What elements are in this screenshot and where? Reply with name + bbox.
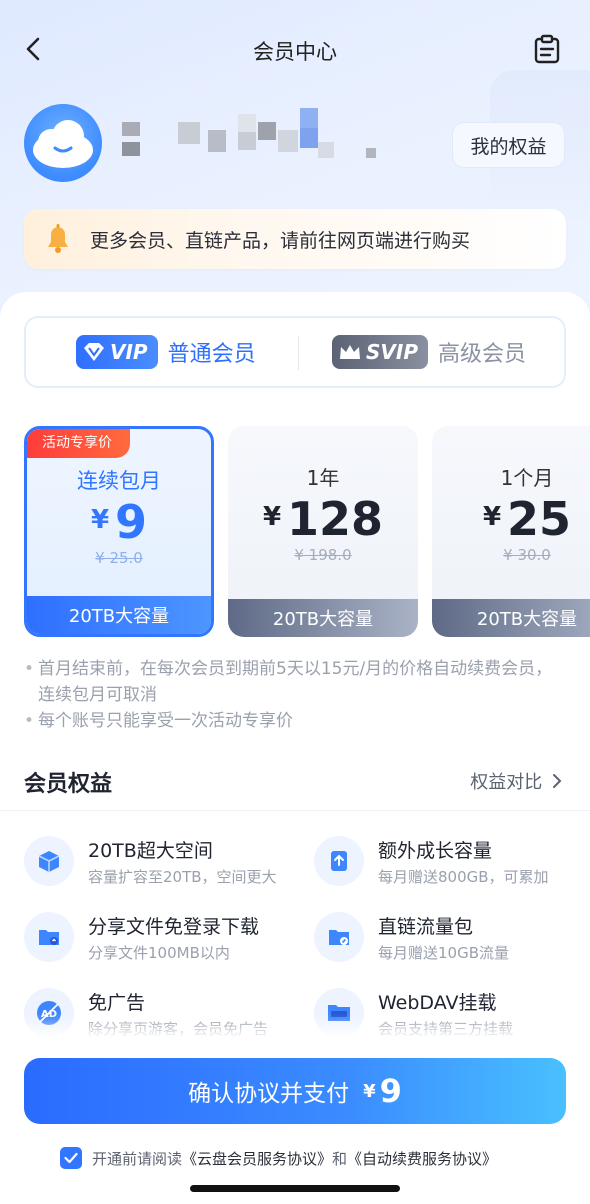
benefit-title: 直链流量包 xyxy=(378,916,474,938)
benefit-title: 分享文件免登录下载 xyxy=(88,916,260,938)
benefit-desc: 容量扩容至20TB，空间更大 xyxy=(88,868,277,886)
bell-icon xyxy=(48,224,68,253)
original-price: ¥ 30.0 xyxy=(503,546,551,564)
svip-badge-text: SVIP xyxy=(366,340,418,364)
benefit-desc: 每月赠送800GB，可累加 xyxy=(378,868,549,886)
plan-card-one-month[interactable]: 1个月 ¥25 ¥ 30.0 20TB大容量 xyxy=(432,426,590,637)
tab-svip[interactable]: SVIP 高级会员 xyxy=(332,318,526,386)
agree-checkbox[interactable] xyxy=(60,1147,82,1169)
benefit-desc: 每月赠送10GB流量 xyxy=(378,944,510,962)
agreement-and: 和 xyxy=(332,1149,348,1168)
pay-currency: ¥ xyxy=(363,1080,376,1102)
pixelated-username xyxy=(118,108,388,178)
svip-badge: SVIP xyxy=(332,335,428,369)
benefit-title: 免广告 xyxy=(88,992,146,1014)
currency-symbol: ¥ xyxy=(262,502,282,532)
original-price: ¥ 25.0 xyxy=(95,549,143,567)
check-icon xyxy=(64,1152,78,1164)
benefit-item: 直链流量包 每月赠送10GB流量 xyxy=(314,912,584,968)
diamond-icon xyxy=(84,343,104,361)
benefit-title: 20TB超大空间 xyxy=(88,840,213,862)
orders-button[interactable] xyxy=(532,34,562,64)
pay-amount: 9 xyxy=(379,1072,402,1110)
price-value: 9 xyxy=(115,495,148,549)
note-promo-limit: 每个账号只能享受一次活动专享价 xyxy=(24,708,554,734)
plan-capacity: 20TB大容量 xyxy=(432,599,590,637)
vip-badge-text: VIP xyxy=(110,340,148,364)
membership-tabs: VIP 普通会员 SVIP 高级会员 xyxy=(24,316,566,388)
plan-list: 活动专享价 连续包月 ¥9 ¥ 25.0 20TB大容量 1年 ¥128 ¥ 1… xyxy=(24,426,590,638)
avatar[interactable] xyxy=(24,104,102,182)
benefit-item: 额外成长容量 每月赠送800GB，可累加 xyxy=(314,836,584,892)
link-folder-icon xyxy=(314,912,364,962)
agreement-prefix: 开通前请阅读 xyxy=(92,1149,183,1168)
agreement-row: 开通前请阅读 《云盘会员服务协议》 和 《自动续费服务协议》 xyxy=(60,1144,560,1172)
home-indicator xyxy=(190,1185,400,1192)
original-price: ¥ 198.0 xyxy=(294,546,352,564)
vip-badge: VIP xyxy=(76,335,158,369)
cloud-face-icon xyxy=(33,120,93,168)
page-title: 会员中心 xyxy=(253,40,337,64)
plan-price: ¥25 xyxy=(432,492,590,546)
plan-price: ¥9 xyxy=(27,495,211,549)
plan-card-yearly[interactable]: 1年 ¥128 ¥ 198.0 20TB大容量 xyxy=(228,426,418,637)
benefit-desc: 分享文件100MB以内 xyxy=(88,944,230,962)
nav-bar: 会员中心 xyxy=(0,22,590,78)
plan-notes: 首月结束前，在每次会员到期前5天以15元/月的价格自动续费会员，连续包月可取消 … xyxy=(24,656,554,734)
benefit-title: 额外成长容量 xyxy=(378,840,493,862)
clipboard-icon xyxy=(534,34,560,64)
my-rights-button[interactable]: 我的权益 xyxy=(452,122,565,168)
benefit-title: WebDAV挂载 xyxy=(378,992,497,1014)
tab-svip-label: 高级会员 xyxy=(437,342,526,367)
chevron-right-icon xyxy=(553,774,562,788)
plan-name: 1年 xyxy=(306,466,340,490)
benefit-item: 分享文件免登录下载 分享文件100MB以内 xyxy=(24,912,294,968)
plan-card-monthly-auto[interactable]: 活动专享价 连续包月 ¥9 ¥ 25.0 20TB大容量 xyxy=(24,426,214,637)
plan-capacity: 20TB大容量 xyxy=(228,599,418,637)
tab-divider xyxy=(298,336,299,370)
currency-symbol: ¥ xyxy=(90,505,110,535)
share-folder-icon xyxy=(24,912,74,962)
tab-vip-label: 普通会员 xyxy=(167,342,256,367)
compare-link[interactable]: 权益对比 xyxy=(470,768,562,794)
pay-label: 确认协议并支付 xyxy=(188,1081,350,1107)
compare-link-label: 权益对比 xyxy=(470,772,543,793)
plan-capacity: 20TB大容量 xyxy=(27,596,211,634)
confirm-pay-button[interactable]: 确认协议并支付 ¥ 9 xyxy=(24,1058,566,1124)
currency-symbol: ¥ xyxy=(482,502,502,532)
membership-agreement-link[interactable]: 《云盘会员服务协议》 xyxy=(182,1148,332,1169)
price-value: 128 xyxy=(287,492,384,546)
benefit-item: 20TB超大空间 容量扩容至20TB，空间更大 xyxy=(24,836,294,892)
crown-icon xyxy=(340,345,360,359)
benefits-title: 会员权益 xyxy=(24,772,113,797)
plan-name: 1个月 xyxy=(500,466,554,490)
promo-tag: 活动专享价 xyxy=(27,429,130,458)
note-auto-renew: 首月结束前，在每次会员到期前5天以15元/月的价格自动续费会员，连续包月可取消 xyxy=(24,656,554,708)
tab-vip[interactable]: VIP 普通会员 xyxy=(76,318,256,386)
notice-text: 更多会员、直链产品，请前往网页端进行购买 xyxy=(90,229,471,252)
plan-name: 连续包月 xyxy=(77,469,161,493)
auto-renew-agreement-link[interactable]: 《自动续费服务协议》 xyxy=(347,1148,497,1169)
no-ads-icon: AD xyxy=(24,988,74,1038)
price-value: 25 xyxy=(507,492,572,546)
webdav-icon xyxy=(314,988,364,1038)
growth-icon xyxy=(314,836,364,886)
cube-icon xyxy=(24,836,74,886)
notice-banner: 更多会员、直链产品，请前往网页端进行购买 xyxy=(24,209,566,269)
plan-price: ¥128 xyxy=(228,492,418,546)
divider xyxy=(0,810,590,811)
